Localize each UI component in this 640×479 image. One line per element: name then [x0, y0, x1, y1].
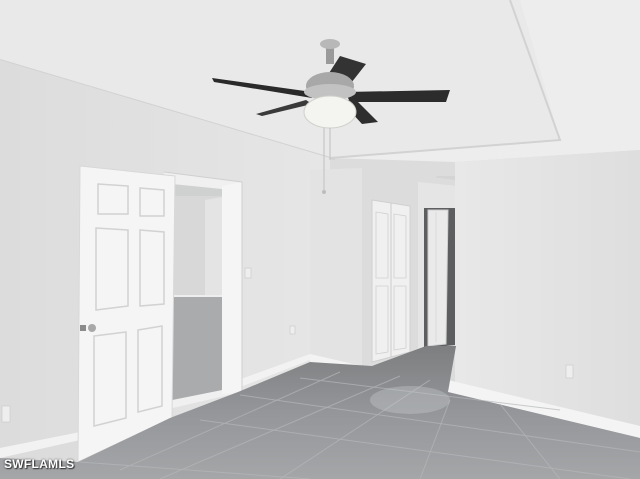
watermark: SWFLAMLS — [4, 457, 75, 471]
fan-light — [303, 95, 357, 129]
right-wall — [448, 150, 640, 438]
room-scene — [0, 0, 640, 479]
door-knob — [88, 324, 96, 332]
open-doorway — [163, 171, 243, 410]
fan-blade — [345, 90, 450, 102]
closet-door — [371, 199, 411, 363]
open-door — [77, 165, 176, 463]
wall-outlet-right — [565, 364, 574, 379]
room-photo: SWFLAMLS — [0, 0, 640, 479]
light-switch — [244, 267, 252, 279]
bathroom-doorway — [424, 208, 456, 348]
wall-outlet — [1, 405, 11, 423]
